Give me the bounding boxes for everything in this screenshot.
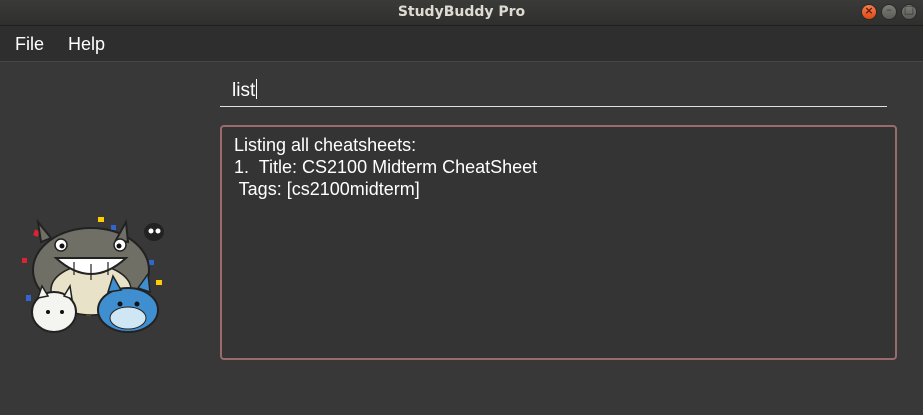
result-line: Listing all cheatsheets: xyxy=(234,135,417,155)
maximize-button[interactable]: □ xyxy=(901,3,917,20)
menu-help[interactable]: Help xyxy=(68,34,105,55)
mascot-image xyxy=(22,217,164,333)
close-icon: × xyxy=(864,4,874,17)
menu-bar: File Help xyxy=(0,26,923,62)
close-button[interactable]: × xyxy=(861,4,877,20)
result-line: Tags: [cs2100midterm] xyxy=(234,179,420,199)
window-controls: × – □ xyxy=(861,3,917,20)
title-bar: StudyBuddy Pro × – □ xyxy=(0,0,923,26)
command-text: list xyxy=(232,80,256,101)
command-box[interactable]: list xyxy=(220,75,887,107)
command-input[interactable]: list xyxy=(232,79,258,102)
result-line: 1. Title: CS2100 Midterm CheatSheet xyxy=(234,157,538,177)
result-display[interactable]: Listing all cheatsheets: 1. Title: CS210… xyxy=(220,125,897,360)
maximize-icon: □ xyxy=(903,3,915,16)
window-title: StudyBuddy Pro xyxy=(397,4,526,20)
menu-file[interactable]: File xyxy=(15,34,44,55)
minimize-button[interactable]: – xyxy=(881,3,897,20)
text-caret xyxy=(256,79,258,99)
minimize-icon: – xyxy=(886,3,892,16)
